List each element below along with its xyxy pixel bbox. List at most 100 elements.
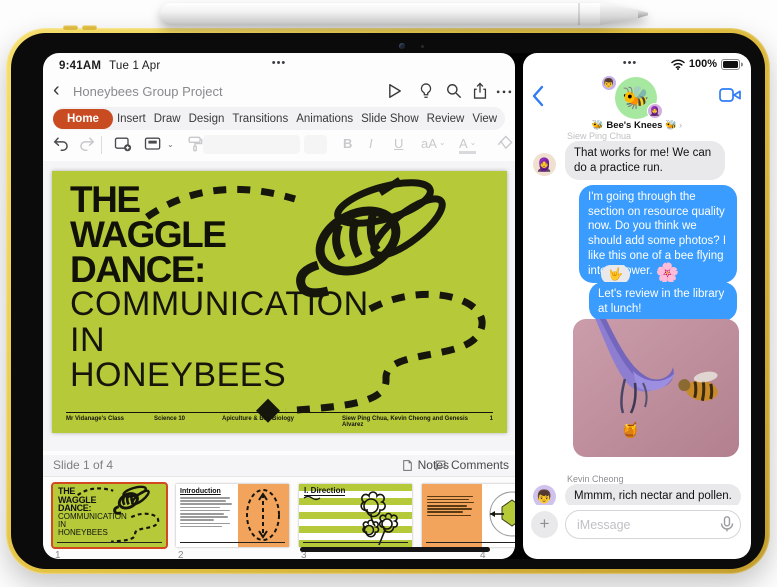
thumbnail-slide-3[interactable]: I. Direction (299, 484, 412, 547)
microphone-icon[interactable] (720, 516, 736, 532)
received-message[interactable]: Mmmm, rich nectar and pollen. (565, 484, 741, 505)
multitask-dots-left[interactable]: ••• (272, 57, 287, 69)
redo-icon[interactable] (77, 134, 99, 156)
volume-down-button (82, 25, 97, 30)
footer-authors: Siew Ping Chua, Kevin Cheong and Genesis… (342, 416, 469, 428)
powerpoint-pane: 9:41AM Tue 1 Apr ••• ‹ Honeybees Group Pr… (43, 53, 515, 559)
slide-title-light: COMMUNICATION IN HONEYBEES (70, 285, 369, 395)
back-chevron-icon[interactable]: ‹ (53, 79, 60, 101)
status-time: 9:41AM (59, 60, 102, 72)
messages-back-button[interactable] (531, 85, 549, 107)
battery-icon (721, 58, 743, 70)
slide-status-row: Slide 1 of 4 Notes Comments (43, 455, 515, 477)
ipad-device: 9:41AM Tue 1 Apr ••• ‹ Honeybees Group Pr… (6, 25, 770, 574)
bold-button[interactable]: B (343, 136, 352, 151)
thumbnail-3-footer (303, 542, 408, 544)
group-name[interactable]: 🐝 Bee's Knees 🐝 › (523, 120, 751, 131)
statusbar-right: 100% (671, 58, 743, 70)
apple-pencil-body (160, 3, 600, 25)
font-color-button[interactable]: A ⌄ (459, 136, 477, 154)
tab-view[interactable]: View (468, 113, 501, 125)
thumbnail-slide-2[interactable]: Introduction (176, 484, 289, 547)
front-camera (399, 43, 405, 49)
document-title: Honeybees Group Project (73, 84, 223, 99)
thumbnail-slide-4[interactable] (422, 484, 515, 547)
slideshow-play-button[interactable] (384, 81, 404, 101)
tab-slideshow[interactable]: Slide Show (357, 113, 423, 125)
lightbulb-icon[interactable] (416, 81, 436, 101)
thumbnail-1-footer (57, 542, 162, 544)
footer-class: Mr Vidanage's Class (66, 416, 125, 422)
ipad-bezel: 9:41AM Tue 1 Apr ••• ‹ Honeybees Group Pr… (11, 33, 765, 569)
messages-pane: ••• 100% 🐝 👦 🧕 🐝 Bee's Knees 🐝 › Siew Pi… (523, 53, 751, 559)
tab-draw[interactable]: Draw (150, 113, 185, 125)
footer-subject: Science 10 (154, 416, 186, 422)
fill-bucket-icon[interactable] (495, 134, 515, 156)
italic-button[interactable]: I (369, 136, 373, 151)
status-date: Tue 1 Apr (109, 60, 161, 72)
tab-transitions[interactable]: Transitions (228, 113, 292, 125)
group-avatar-siew: 🧕 (647, 103, 663, 119)
case-chevron-icon: ⌄ (438, 138, 446, 147)
thumbnail-4-text-column (422, 484, 482, 547)
message-composer: + (523, 509, 751, 543)
change-case-button[interactable]: aA ⌄ (421, 136, 446, 151)
flower-emoji: 🌸 (655, 262, 680, 284)
battery-percent: 100% (688, 58, 717, 70)
footer-page-number: 1 (489, 416, 493, 422)
font-size-field[interactable] (304, 135, 327, 154)
formatting-toolbar: ⌄ B I U aA ⌄ A ⌄ (43, 133, 515, 159)
comments-icon (435, 460, 446, 471)
tab-home[interactable]: Home (53, 108, 113, 129)
comments-button[interactable]: Comments (434, 458, 509, 472)
siew-avatar: 🧕 (533, 153, 556, 176)
sender-label: Kevin Cheong (567, 474, 624, 484)
apple-pencil-tip (638, 10, 648, 18)
volume-up-button (63, 25, 78, 30)
facetime-video-button[interactable] (719, 87, 741, 103)
group-avatar-cluster[interactable]: 🐝 👦 🧕 (601, 75, 665, 121)
thumbnail-1-title-light: COMMUNICATION IN HONEYBEES (58, 512, 127, 537)
thumbnail-1-title-bold: THE WAGGLE DANCE: (58, 486, 97, 514)
tab-design[interactable]: Design (185, 113, 229, 125)
received-message[interactable]: That works for me! We can do a practice … (565, 141, 725, 181)
thumbnail-3-flowers (303, 491, 399, 546)
notes-icon (402, 459, 412, 471)
statusbar-left: 9:41AM Tue 1 Apr (59, 60, 160, 72)
thumbnail-slide-1[interactable]: THE WAGGLE DANCE: COMMUNICATION IN HONEY… (51, 482, 168, 549)
more-options-icon[interactable] (494, 81, 514, 101)
thumbnail-1-number: 1 (55, 550, 61, 559)
slide-title-bold: THE WAGGLE DANCE: (70, 179, 227, 290)
toolbar-divider (101, 136, 102, 154)
share-icon[interactable] (470, 81, 490, 101)
tab-animations[interactable]: Animations (292, 113, 357, 125)
thumbnail-2-number: 2 (178, 550, 184, 559)
thumbnail-2-footer (180, 542, 285, 544)
thumbnail-4-footer (426, 542, 515, 544)
multitask-dots-right[interactable]: ••• (623, 57, 638, 69)
undo-icon[interactable] (51, 134, 73, 156)
kevin-avatar: 👦 (533, 485, 556, 505)
ribbon-tab-bar: Home Insert Draw Design Transitions Anim… (53, 107, 505, 130)
search-icon[interactable] (444, 81, 464, 101)
current-slide[interactable]: THE WAGGLE DANCE: COMMUNICATION IN HONEY… (52, 171, 507, 433)
layout-icon[interactable] (143, 134, 165, 156)
wifi-icon (671, 58, 685, 70)
footer-topic: Apiculture & Bee Biology (222, 416, 295, 422)
imessage-input[interactable] (565, 510, 741, 539)
tab-review[interactable]: Review (423, 113, 469, 125)
conversation-header: 🐝 👦 🧕 🐝 Bee's Knees 🐝 › (523, 73, 751, 131)
font-name-field[interactable] (203, 135, 300, 154)
slide-canvas: THE WAGGLE DANCE: COMMUNICATION IN HONEY… (43, 161, 515, 451)
sent-message[interactable]: Let's review in the library at lunch! (589, 282, 737, 322)
add-attachment-button[interactable]: + (531, 511, 558, 538)
new-slide-icon[interactable] (113, 134, 135, 156)
conversation-scroll[interactable]: Siew Ping Chua That works for me! We can… (523, 129, 751, 505)
home-indicator[interactable] (300, 547, 490, 552)
group-avatar-kevin: 👦 (601, 75, 617, 91)
tab-insert[interactable]: Insert (113, 113, 150, 125)
slide-footer: Mr Vidanage's Class Science 10 Apicultur… (66, 412, 493, 428)
underline-button[interactable]: U (394, 136, 403, 151)
thumbnail-4-diagram (482, 484, 515, 547)
bee-flower-photo[interactable]: 🍯 (573, 319, 739, 457)
